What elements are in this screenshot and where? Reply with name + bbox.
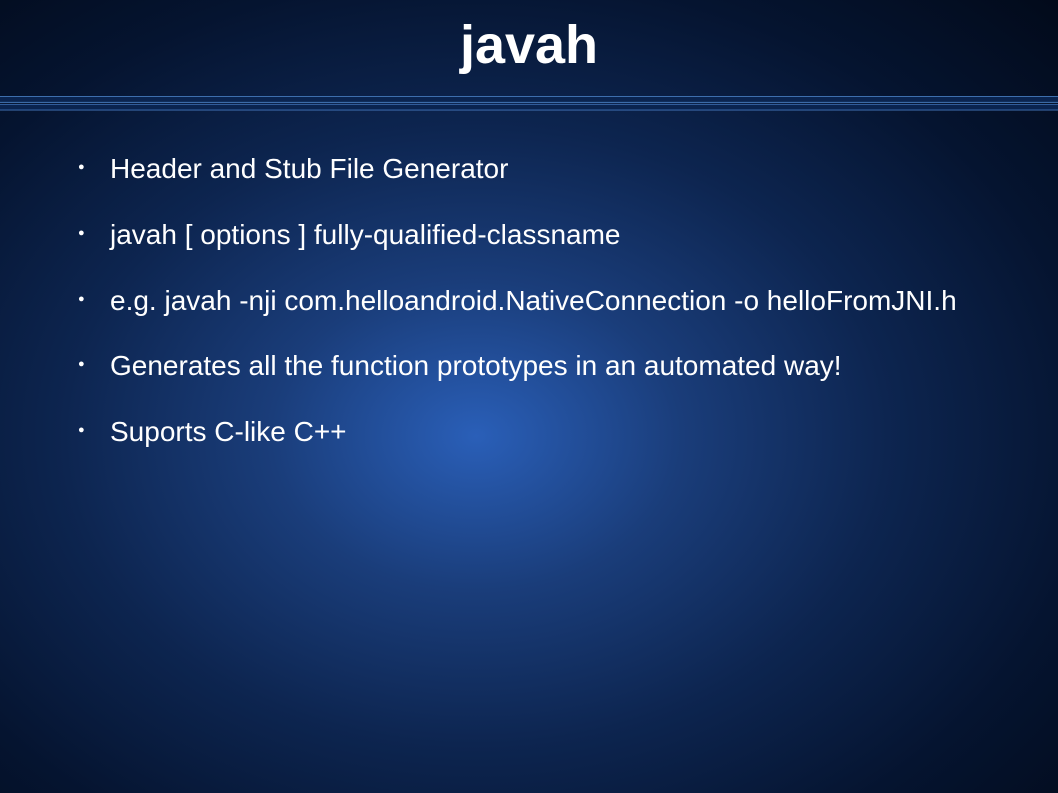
- title-area: javah: [0, 0, 1058, 94]
- bullet-item: Suports C-like C++: [70, 413, 988, 451]
- bullet-item: Header and Stub File Generator: [70, 150, 988, 188]
- bullet-item: Generates all the function prototypes in…: [70, 347, 988, 385]
- bullet-list: Header and Stub File Generator javah [ o…: [70, 150, 988, 451]
- bullet-item: e.g. javah -nji com.helloandroid.NativeC…: [70, 282, 988, 320]
- divider-line: [0, 94, 1058, 112]
- bullet-item: javah [ options ] fully-qualified-classn…: [70, 216, 988, 254]
- slide: javah Header and Stub File Generator jav…: [0, 0, 1058, 793]
- slide-title: javah: [0, 14, 1058, 76]
- content-area: Header and Stub File Generator javah [ o…: [0, 112, 1058, 479]
